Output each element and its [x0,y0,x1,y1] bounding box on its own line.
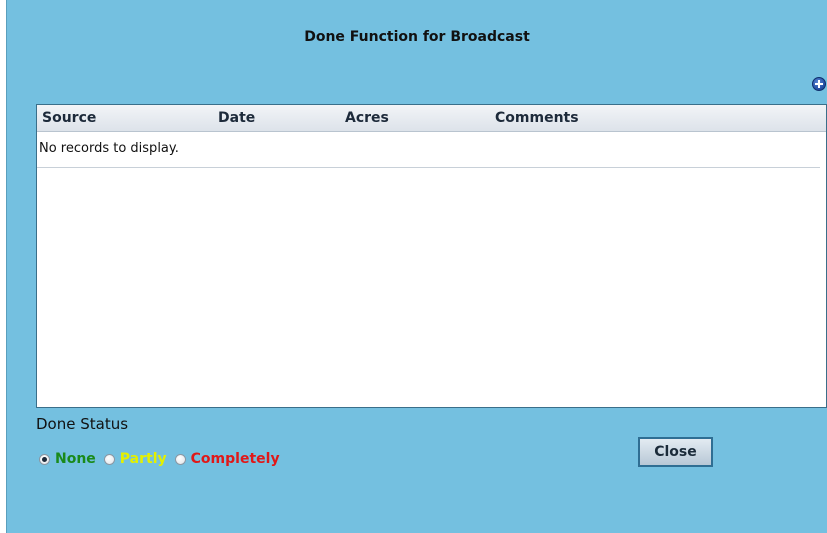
column-header-acres[interactable]: Acres [345,110,389,126]
records-grid: Source Date Acres Comments No records to… [36,104,827,408]
radio-none-label[interactable]: None [55,451,96,467]
radio-completely-label[interactable]: Completely [191,451,280,467]
done-function-dialog: Done Function for Broadcast Source Date … [6,0,827,533]
grid-header: Source Date Acres Comments [37,105,826,132]
radio-partly[interactable] [103,453,115,465]
close-button[interactable]: Close [638,437,713,467]
radio-completely[interactable] [174,453,186,465]
radio-partly-label[interactable]: Partly [120,451,167,467]
done-status-radio-group: None Partly Completely [39,448,288,470]
dialog-title: Done Function for Broadcast [304,29,530,45]
no-records-message: No records to display. [37,132,820,168]
column-header-date[interactable]: Date [218,110,255,126]
radio-none[interactable] [39,453,50,465]
add-circle-icon[interactable] [812,77,826,91]
done-status-label: Done Status [36,415,129,433]
column-header-source[interactable]: Source [42,110,96,126]
column-header-comments[interactable]: Comments [495,110,579,126]
